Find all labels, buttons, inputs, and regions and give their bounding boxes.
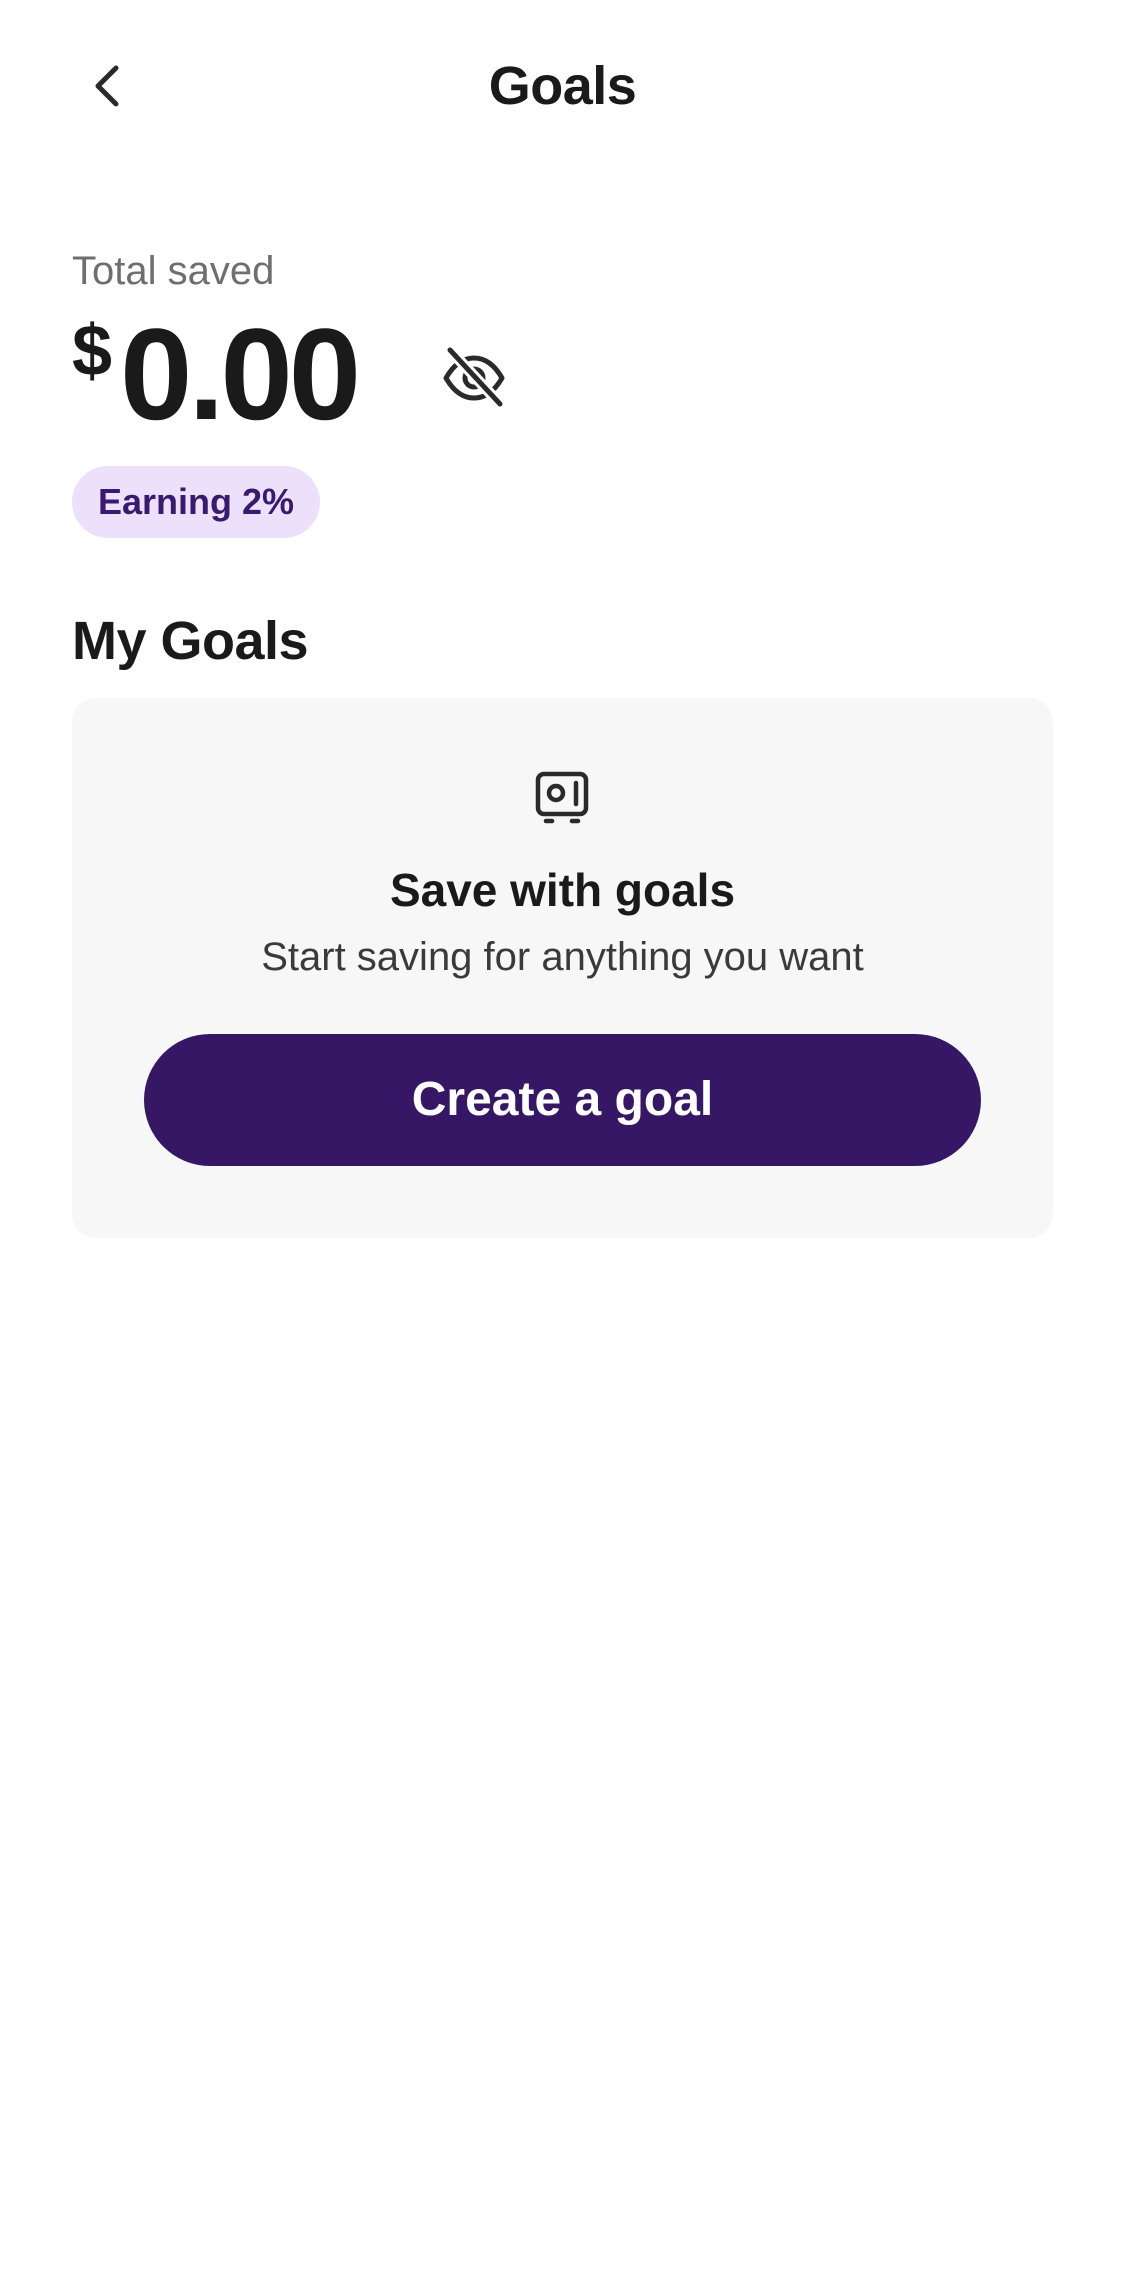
currency-symbol: $ (72, 311, 113, 391)
create-goal-button[interactable]: Create a goal (144, 1034, 981, 1166)
top-bar: Goals (0, 0, 1125, 175)
empty-state-title: Save with goals (389, 864, 736, 916)
page-title: Goals (488, 56, 637, 116)
safe-icon (535, 771, 589, 824)
total-saved-label: Total saved (72, 249, 275, 293)
earning-rate-badge: Earning 2% (72, 466, 321, 538)
goals-empty-state-card: Save with goals Start saving for anythin… (72, 698, 1053, 1238)
total-saved-amount: $ 0.00 (72, 300, 361, 447)
empty-state-subtitle: Start saving for anything you want (261, 935, 864, 979)
toggle-balance-visibility-button[interactable] (438, 340, 510, 412)
my-goals-heading: My Goals (72, 611, 309, 671)
amount-value: 0.00 (120, 301, 361, 447)
eye-off-icon (443, 344, 506, 408)
